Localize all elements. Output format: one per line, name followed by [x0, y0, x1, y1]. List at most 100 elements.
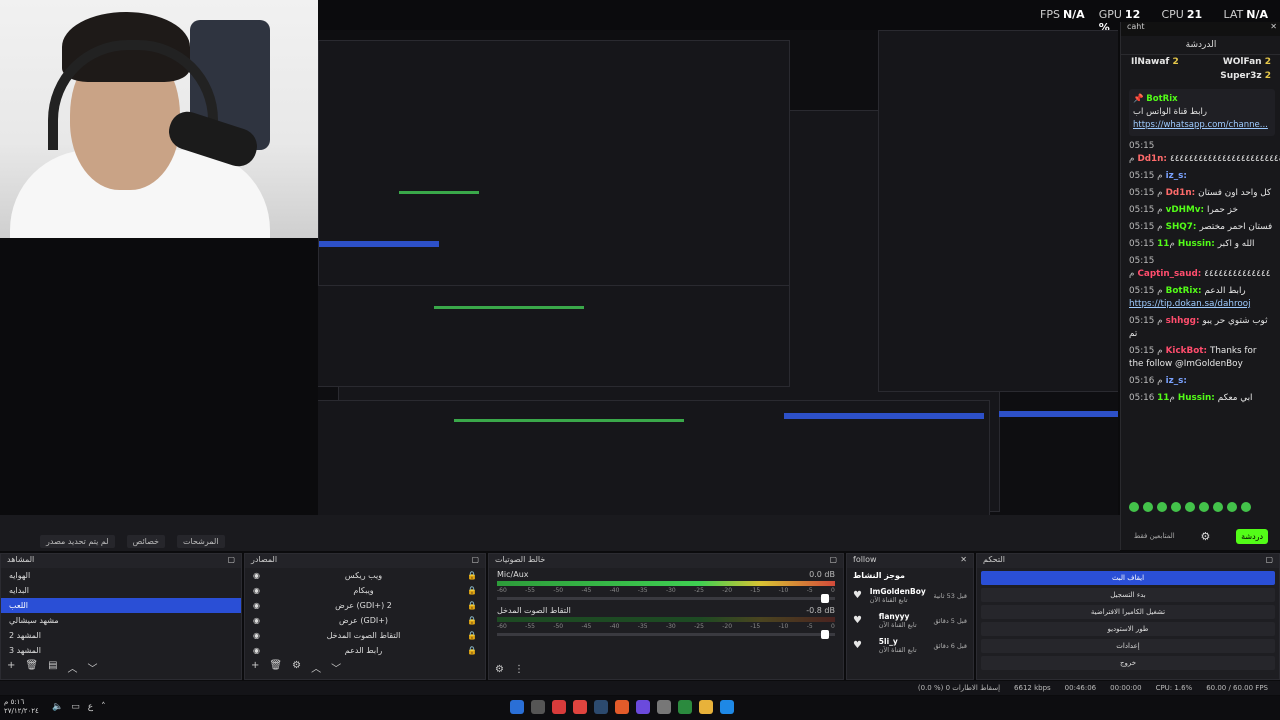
- more-icon[interactable]: ⋮: [514, 664, 524, 675]
- follower-name[interactable]: 5li_y: [879, 637, 917, 646]
- emote-icon[interactable]: [1143, 502, 1153, 512]
- message-user[interactable]: iz_s:: [1166, 376, 1187, 386]
- undock-icon[interactable]: ▢: [471, 555, 479, 567]
- app-icon[interactable]: [510, 700, 524, 714]
- emote-icon[interactable]: [1129, 502, 1139, 512]
- undock-icon[interactable]: ▢: [227, 555, 235, 567]
- close-icon[interactable]: ✕: [960, 555, 967, 567]
- control-button[interactable]: خروج: [981, 656, 1275, 670]
- app-icon[interactable]: [552, 700, 566, 714]
- settings-icon[interactable]: ⚙: [1201, 530, 1211, 543]
- message-user[interactable]: iz_s:: [1166, 171, 1187, 181]
- pinned-link[interactable]: https://whatsapp.com/channe...: [1133, 120, 1268, 130]
- eye-icon[interactable]: ◉: [253, 631, 260, 640]
- message-user[interactable]: Dd1n:: [1137, 154, 1167, 164]
- chat-send-button[interactable]: دردشة: [1236, 528, 1269, 544]
- add-icon[interactable]: +: [251, 660, 259, 675]
- gear-icon[interactable]: ⚙: [495, 664, 504, 675]
- scene-item[interactable]: المشهد 3: [1, 643, 241, 658]
- control-button[interactable]: بدء التسجيل: [981, 588, 1275, 602]
- message-user[interactable]: Captin_saud:: [1137, 269, 1201, 279]
- eye-icon[interactable]: ◉: [253, 601, 260, 610]
- chevron-up-icon[interactable]: ︿: [311, 660, 321, 675]
- scene-item[interactable]: البدايه: [1, 583, 241, 598]
- app-icon[interactable]: [678, 700, 692, 714]
- lock-icon[interactable]: 🔒: [467, 586, 477, 595]
- pinned-user[interactable]: BotRix: [1146, 94, 1177, 104]
- scene-item[interactable]: المشهد 2: [1, 628, 241, 643]
- message-link[interactable]: https://tip.dokan.sa/dahrooj: [1129, 299, 1251, 309]
- pinned-message[interactable]: 📌 BotRix رابط قناة الواتس اب https://wha…: [1129, 89, 1275, 136]
- app-icon[interactable]: [594, 700, 608, 714]
- eye-icon[interactable]: ◉: [253, 646, 260, 655]
- app-icon[interactable]: [531, 700, 545, 714]
- source-item[interactable]: ◉ عرض (GDI+) 2 🔒: [245, 598, 485, 613]
- source-item[interactable]: ◉ التقاط الصوت المدخل 🔒: [245, 628, 485, 643]
- lock-icon[interactable]: 🔒: [467, 616, 477, 625]
- lock-icon[interactable]: 🔒: [467, 571, 477, 580]
- message-user[interactable]: Dd1n:: [1166, 188, 1196, 198]
- lock-icon[interactable]: 🔒: [467, 646, 477, 655]
- language-indicator[interactable]: ع: [88, 702, 93, 712]
- stream-preview[interactable]: [318, 30, 1118, 525]
- chevron-up-icon[interactable]: ˄: [101, 702, 106, 712]
- emote-icon[interactable]: [1227, 502, 1237, 512]
- chevron-down-icon[interactable]: ﹀: [331, 660, 341, 675]
- close-icon[interactable]: ✕: [1270, 22, 1280, 36]
- gear-icon[interactable]: ⚙: [292, 660, 301, 675]
- source-item[interactable]: ◉ ويبكام 🔒: [245, 583, 485, 598]
- control-button[interactable]: ايقاف البث: [981, 571, 1275, 585]
- scene-item[interactable]: اللعب: [1, 598, 241, 613]
- emote-icon[interactable]: [1185, 502, 1195, 512]
- tab-no-source[interactable]: لم يتم تحديد مصدر: [40, 535, 115, 548]
- message-user[interactable]: 11Hussin:: [1157, 393, 1215, 403]
- chevron-up-icon[interactable]: ︿: [68, 660, 78, 675]
- volume-slider[interactable]: [497, 630, 835, 639]
- control-button[interactable]: طور الاستوديو: [981, 622, 1275, 636]
- follower-name[interactable]: flanyyy: [879, 612, 917, 621]
- control-button[interactable]: إعدادات: [981, 639, 1275, 653]
- eye-icon[interactable]: ◉: [253, 571, 260, 580]
- emote-icon[interactable]: [1199, 502, 1209, 512]
- emote-bar[interactable]: [1129, 502, 1251, 512]
- tab-properties[interactable]: خصائص: [126, 535, 166, 548]
- message-user[interactable]: 11Hussin:: [1157, 239, 1215, 249]
- eye-icon[interactable]: ◉: [253, 616, 260, 625]
- app-icon[interactable]: [699, 700, 713, 714]
- slider-knob[interactable]: [821, 630, 829, 639]
- speaker-icon[interactable]: 🔈: [52, 702, 63, 712]
- volume-slider[interactable]: [497, 594, 835, 603]
- undock-icon[interactable]: ▢: [1265, 555, 1273, 567]
- app-icon[interactable]: [573, 700, 587, 714]
- slider-knob[interactable]: [821, 594, 829, 603]
- taskbar-clock[interactable]: ٥:١٦ م ٢٧/١٢/٢٠٢٤: [4, 698, 39, 716]
- filter-icon[interactable]: ▤: [48, 660, 57, 675]
- emote-icon[interactable]: [1241, 502, 1251, 512]
- emote-icon[interactable]: [1171, 502, 1181, 512]
- message-user[interactable]: shhgg:: [1166, 316, 1200, 326]
- control-button[interactable]: تشغيل الكاميرا الافتراضية: [981, 605, 1275, 619]
- message-user[interactable]: SHQ7:: [1166, 222, 1197, 232]
- app-icon[interactable]: [657, 700, 671, 714]
- tab-filters[interactable]: المرشحات: [177, 535, 225, 548]
- scene-item[interactable]: مشهد سيشالي: [1, 613, 241, 628]
- add-icon[interactable]: +: [7, 660, 15, 675]
- network-icon[interactable]: ▭: [71, 702, 80, 712]
- message-user[interactable]: vDHMv:: [1166, 205, 1204, 215]
- pin-icon[interactable]: 📌: [1133, 94, 1144, 104]
- source-item[interactable]: ◉ عرض (GDI+) 🔒: [245, 613, 485, 628]
- app-icon[interactable]: [615, 700, 629, 714]
- lock-icon[interactable]: 🔒: [467, 601, 477, 610]
- source-item[interactable]: ◉ ويب ريكس 🔒: [245, 568, 485, 583]
- eye-icon[interactable]: ◉: [253, 586, 260, 595]
- emote-icon[interactable]: [1157, 502, 1167, 512]
- scene-item[interactable]: الهوايه: [1, 568, 241, 583]
- trash-icon[interactable]: 🗑: [25, 660, 38, 675]
- app-icon[interactable]: [636, 700, 650, 714]
- follower-name[interactable]: ImGoldenBoy: [870, 587, 926, 596]
- trash-icon[interactable]: 🗑: [269, 660, 282, 675]
- message-user[interactable]: BotRix:: [1166, 286, 1202, 296]
- emote-icon[interactable]: [1213, 502, 1223, 512]
- chevron-down-icon[interactable]: ﹀: [88, 660, 98, 675]
- app-icon[interactable]: [720, 700, 734, 714]
